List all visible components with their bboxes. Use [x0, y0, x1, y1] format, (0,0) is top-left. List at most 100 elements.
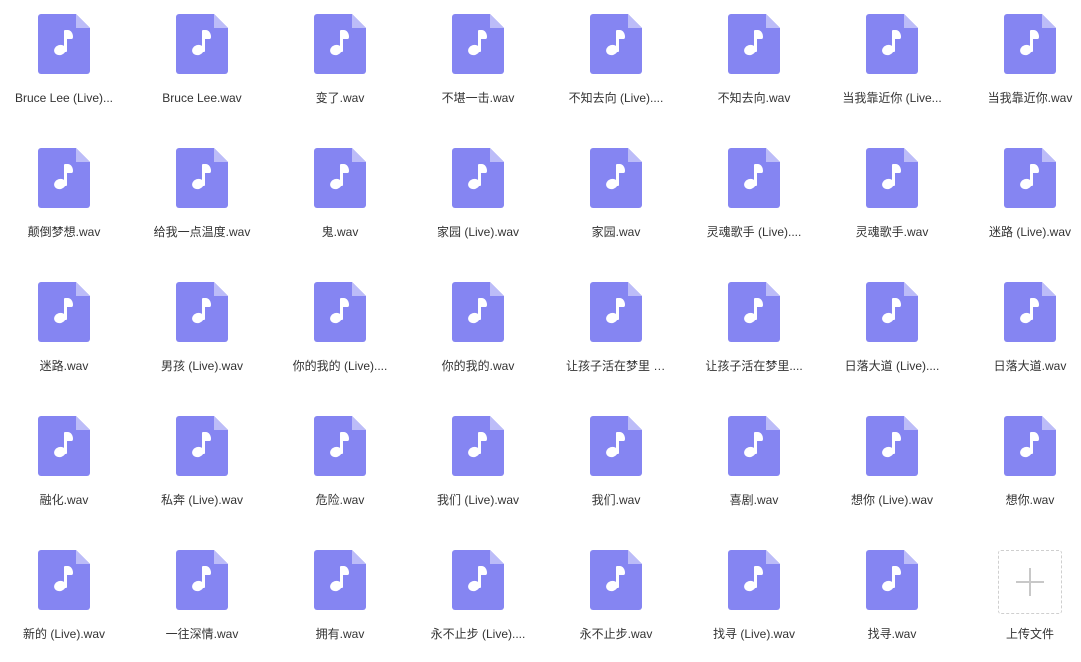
file-item[interactable]: 新的 (Live).wav: [14, 550, 114, 646]
file-item[interactable]: 男孩 (Live).wav: [152, 282, 252, 378]
file-item[interactable]: 永不止步.wav: [566, 550, 666, 646]
audio-file-icon: [728, 282, 780, 342]
music-note-icon: [616, 432, 625, 454]
file-name: 迷路 (Live).wav: [988, 225, 1071, 239]
audio-file-icon: [176, 148, 228, 208]
file-name: 当我靠近你 (Live...: [842, 91, 942, 105]
file-item[interactable]: 家园 (Live).wav: [428, 148, 528, 244]
file-item[interactable]: 日落大道 (Live)....: [842, 282, 942, 378]
file-item[interactable]: 想你 (Live).wav: [842, 416, 942, 512]
file-item[interactable]: 不知去向 (Live)....: [566, 14, 666, 110]
plus-icon: [1016, 568, 1044, 596]
audio-file-icon: [866, 14, 918, 74]
file-item[interactable]: 我们.wav: [566, 416, 666, 512]
file-item[interactable]: Bruce Lee (Live)...: [14, 14, 114, 110]
file-item[interactable]: 不堪一击.wav: [428, 14, 528, 110]
file-icon-wrap: [980, 282, 1080, 342]
file-name: 不知去向.wav: [717, 91, 791, 105]
audio-file-icon: [452, 282, 504, 342]
file-name: 家园.wav: [591, 225, 641, 239]
file-name: 迷路.wav: [39, 359, 89, 373]
file-item[interactable]: 找寻 (Live).wav: [704, 550, 804, 646]
file-name: 想你.wav: [1005, 493, 1055, 507]
file-item[interactable]: 家园.wav: [566, 148, 666, 244]
file-name: 喜剧.wav: [729, 493, 779, 507]
file-item[interactable]: 一往深情.wav: [152, 550, 252, 646]
file-item[interactable]: 迷路 (Live).wav: [980, 148, 1080, 244]
music-note-icon: [892, 164, 901, 186]
audio-file-icon: [314, 282, 366, 342]
music-note-icon: [892, 30, 901, 52]
file-item[interactable]: 让孩子活在梦里 (...: [566, 282, 666, 378]
file-item[interactable]: 拥有.wav: [290, 550, 390, 646]
audio-file-icon: [728, 14, 780, 74]
audio-file-icon: [866, 148, 918, 208]
file-name: 想你 (Live).wav: [850, 493, 933, 507]
audio-file-icon: [728, 416, 780, 476]
music-note-icon: [202, 164, 211, 186]
file-item[interactable]: 颠倒梦想.wav: [14, 148, 114, 244]
file-icon-wrap: [428, 282, 528, 342]
file-item[interactable]: 你的我的.wav: [428, 282, 528, 378]
file-item[interactable]: 永不止步 (Live)....: [428, 550, 528, 646]
audio-file-icon: [176, 14, 228, 74]
file-item[interactable]: Bruce Lee.wav: [152, 14, 252, 110]
file-item[interactable]: 融化.wav: [14, 416, 114, 512]
file-item[interactable]: 我们 (Live).wav: [428, 416, 528, 512]
audio-file-icon: [866, 282, 918, 342]
file-item[interactable]: 灵魂歌手.wav: [842, 148, 942, 244]
file-item[interactable]: 喜剧.wav: [704, 416, 804, 512]
file-icon-wrap: [704, 148, 804, 208]
music-note-icon: [202, 298, 211, 320]
file-item[interactable]: 危险.wav: [290, 416, 390, 512]
file-item[interactable]: 给我一点温度.wav: [152, 148, 252, 244]
file-item[interactable]: 不知去向.wav: [704, 14, 804, 110]
music-note-icon: [1030, 30, 1039, 52]
audio-file-icon: [1004, 282, 1056, 342]
file-item[interactable]: 变了.wav: [290, 14, 390, 110]
file-icon-wrap: [152, 550, 252, 610]
file-icon-wrap: [566, 416, 666, 476]
file-icon-wrap: [566, 550, 666, 610]
file-item[interactable]: 找寻.wav: [842, 550, 942, 646]
file-icon-wrap: [704, 14, 804, 74]
file-item[interactable]: 让孩子活在梦里....: [704, 282, 804, 378]
file-name: 我们 (Live).wav: [436, 493, 519, 507]
music-note-icon: [340, 566, 349, 588]
upload-dropzone[interactable]: [998, 550, 1062, 614]
file-item[interactable]: 当我靠近你 (Live...: [842, 14, 942, 110]
music-note-icon: [892, 432, 901, 454]
music-note-icon: [64, 298, 73, 320]
file-item[interactable]: 日落大道.wav: [980, 282, 1080, 378]
file-name: 不知去向 (Live)....: [568, 91, 664, 105]
upload-file-button[interactable]: 上传文件: [980, 550, 1080, 646]
file-icon-wrap: [428, 416, 528, 476]
file-item[interactable]: 迷路.wav: [14, 282, 114, 378]
file-name: 变了.wav: [315, 91, 365, 105]
file-name: 给我一点温度.wav: [153, 225, 251, 239]
file-name: 灵魂歌手.wav: [855, 225, 929, 239]
file-item[interactable]: 想你.wav: [980, 416, 1080, 512]
music-note-icon: [478, 298, 487, 320]
audio-file-icon: [176, 550, 228, 610]
file-item[interactable]: 灵魂歌手 (Live)....: [704, 148, 804, 244]
audio-file-icon: [728, 550, 780, 610]
audio-file-icon: [38, 416, 90, 476]
upload-label: 上传文件: [1005, 627, 1054, 641]
file-icon-wrap: [566, 14, 666, 74]
music-note-icon: [754, 566, 763, 588]
file-item[interactable]: 鬼.wav: [290, 148, 390, 244]
file-icon-wrap: [842, 14, 942, 74]
file-item[interactable]: 当我靠近你.wav: [980, 14, 1080, 110]
music-note-icon: [1030, 298, 1039, 320]
audio-file-icon: [314, 14, 366, 74]
file-icon-wrap: [842, 282, 942, 342]
file-icon-wrap: [290, 550, 390, 610]
music-note-icon: [754, 432, 763, 454]
file-icon-wrap: [290, 14, 390, 74]
file-icon-wrap: [14, 416, 114, 476]
file-item[interactable]: 你的我的 (Live)....: [290, 282, 390, 378]
file-item[interactable]: 私奔 (Live).wav: [152, 416, 252, 512]
file-name: 私奔 (Live).wav: [160, 493, 243, 507]
file-icon-wrap: [842, 148, 942, 208]
